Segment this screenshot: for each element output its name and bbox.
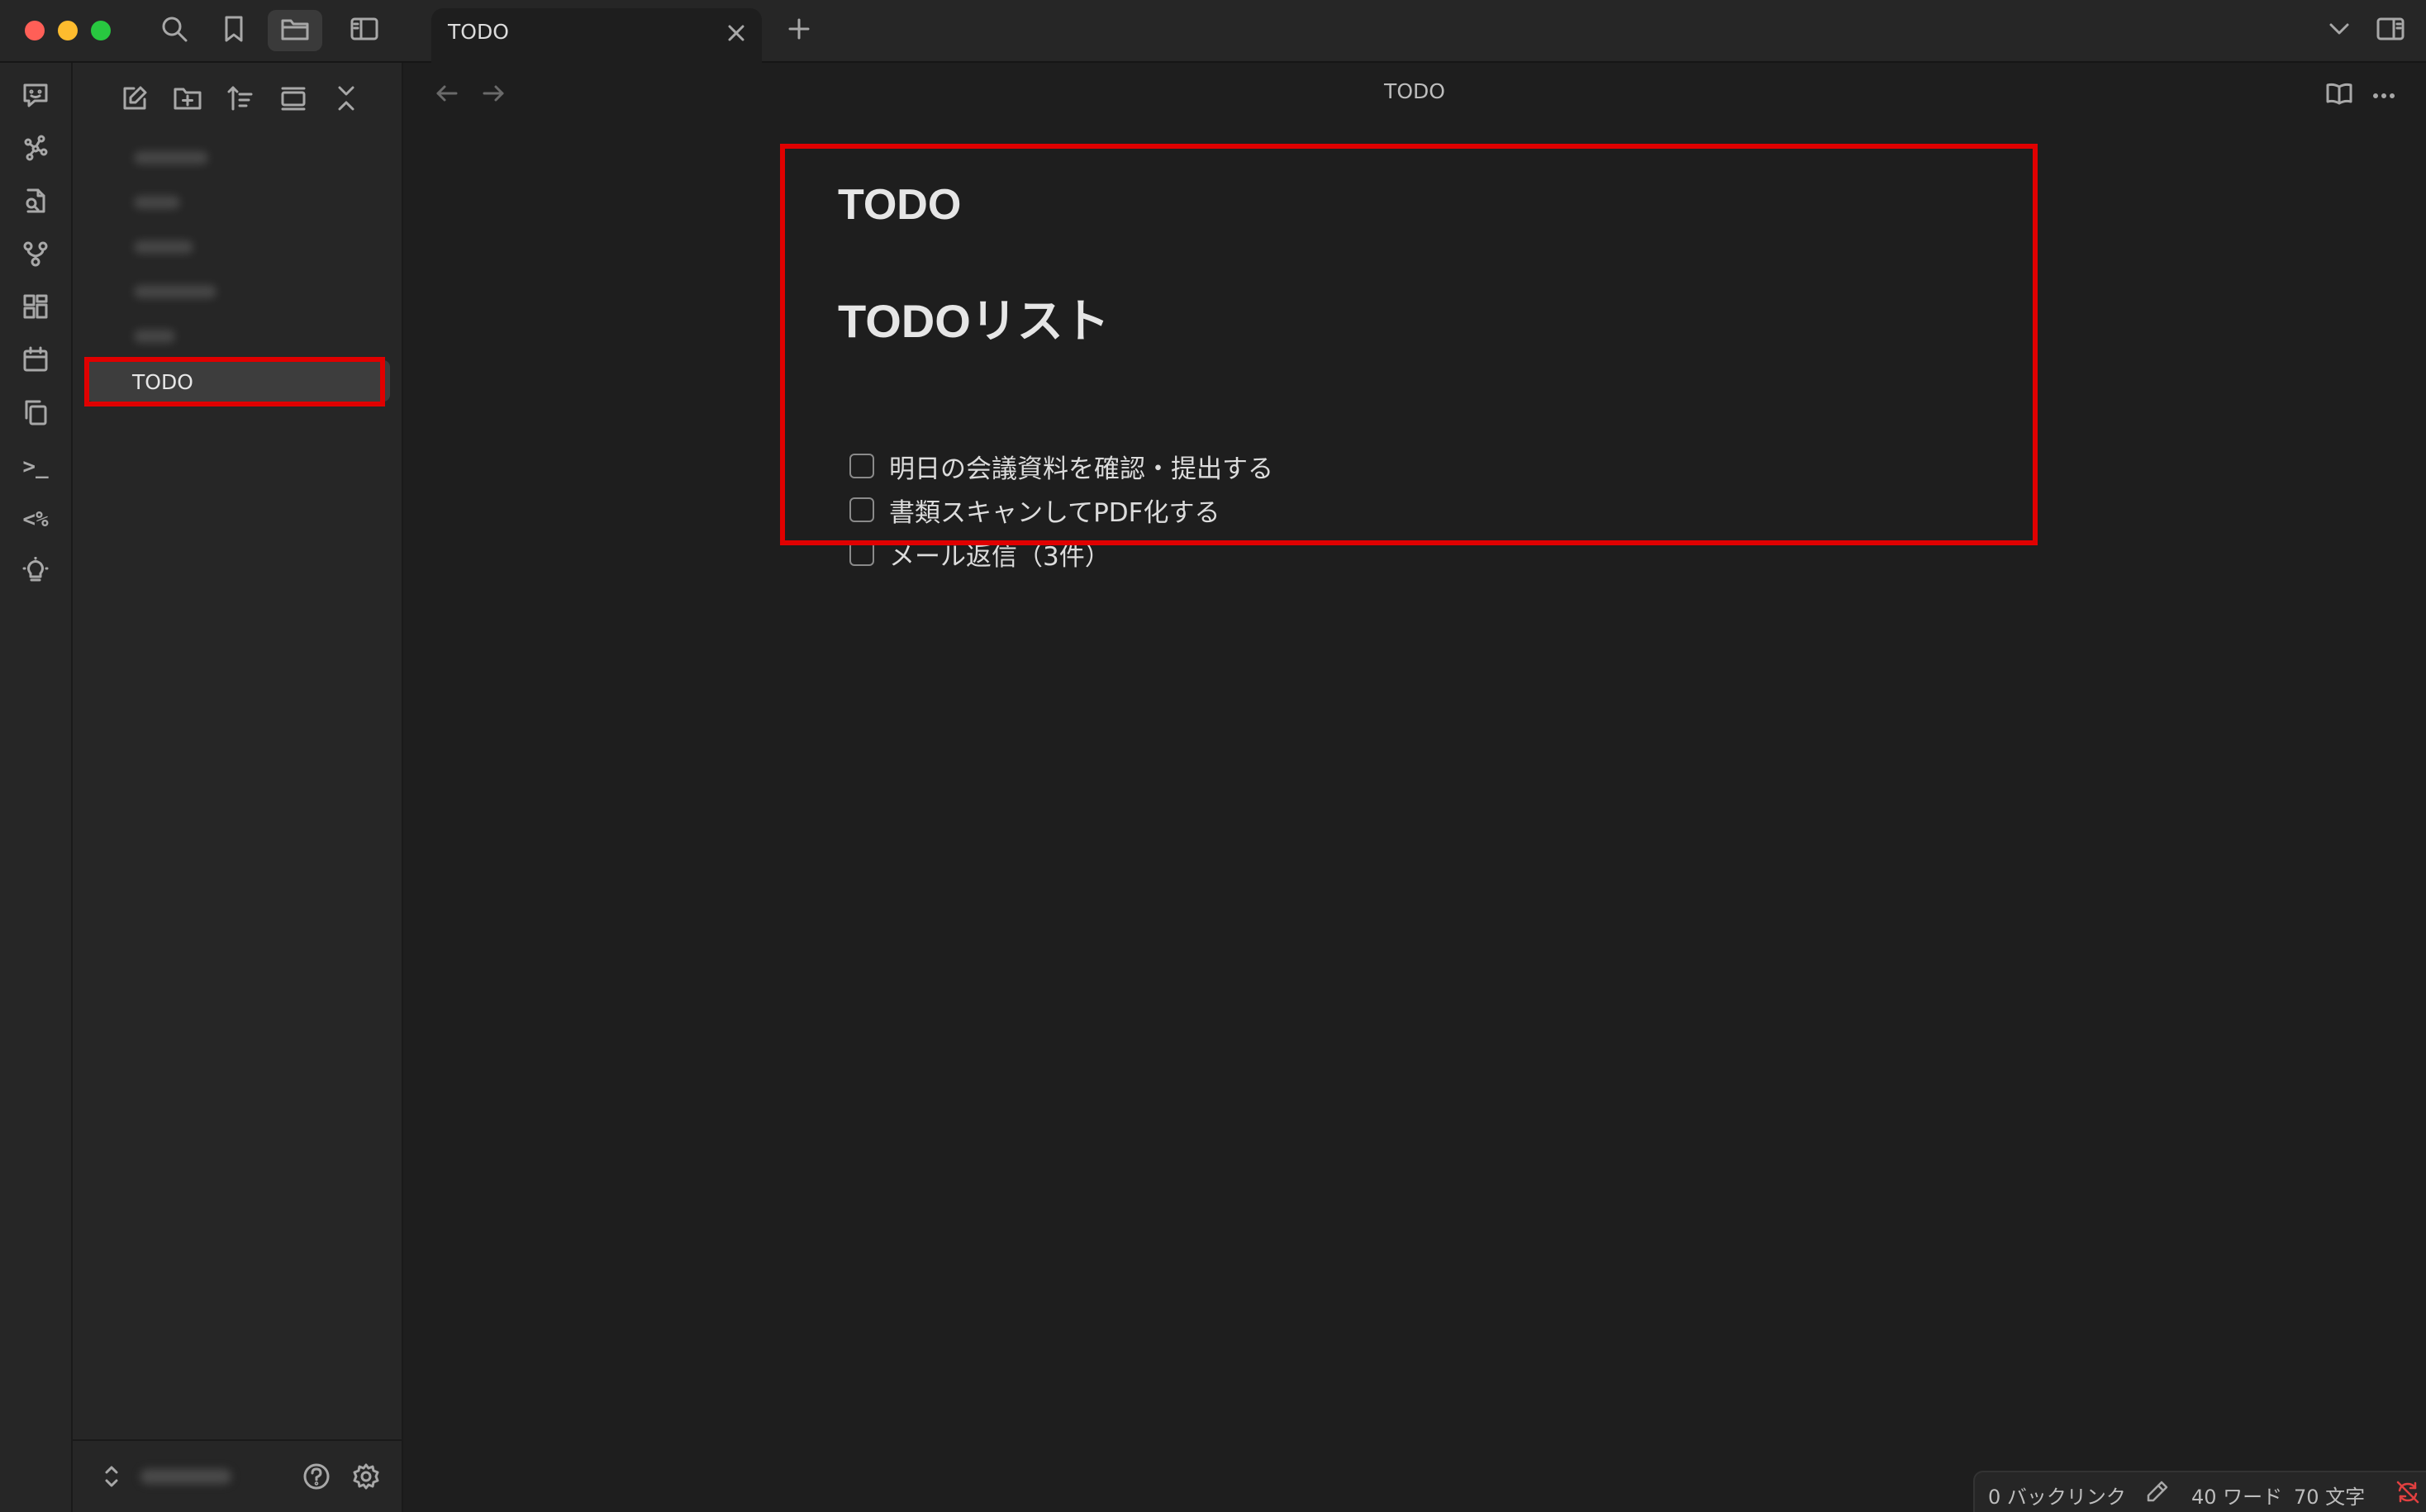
help-button[interactable] [296, 1457, 337, 1499]
bookmarks-button[interactable] [207, 10, 261, 51]
toggle-right-sidebar-button[interactable] [2370, 12, 2411, 50]
ribbon-graph-button[interactable] [15, 129, 56, 170]
app-window: TODO >_ <% TODO TODO TODO TODOリスト 明日の会議資… [0, 0, 2426, 1512]
search-button[interactable] [147, 10, 202, 51]
toggle-sidebar-button[interactable] [337, 10, 392, 51]
new-folder-button[interactable] [167, 79, 208, 121]
book-open-icon [2325, 81, 2353, 109]
collapse-all-icon [334, 84, 359, 116]
tree-item-blurred[interactable] [86, 226, 390, 268]
ribbon-templater-button[interactable]: <% [15, 499, 56, 540]
sidebar-footer [73, 1439, 403, 1512]
tree-item-blurred[interactable] [86, 182, 390, 223]
close-window-button[interactable] [25, 21, 45, 40]
ribbon: >_ <% [0, 63, 73, 1512]
tab-label: TODO [448, 20, 509, 44]
new-note-icon [121, 84, 149, 116]
ribbon-dashboard-button[interactable] [15, 288, 56, 329]
collapse-view-icon [279, 84, 307, 116]
files-button[interactable] [268, 10, 322, 51]
new-tab-button[interactable] [780, 12, 818, 50]
view-header-title[interactable]: TODO [403, 79, 2426, 103]
highlight-box-editor [780, 144, 2038, 545]
ribbon-terminal-button[interactable]: >_ [15, 446, 56, 487]
settings-button[interactable] [345, 1457, 387, 1499]
edit-mode-button[interactable] [2145, 1479, 2170, 1509]
more-options-button[interactable] [2365, 76, 2403, 114]
sync-off-icon [2395, 1481, 2421, 1510]
close-tab-button[interactable] [724, 22, 749, 47]
new-note-button[interactable] [114, 79, 155, 121]
ribbon-file-search-button[interactable] [15, 182, 56, 223]
copy-icon [21, 398, 50, 430]
graph-icon [21, 134, 50, 165]
right-sidebar-icon [2376, 16, 2405, 45]
plus-icon [787, 17, 811, 44]
sort-button[interactable] [220, 79, 261, 121]
search-icon [160, 15, 188, 46]
tab-list-button[interactable] [2319, 12, 2360, 50]
chat-icon [21, 81, 50, 112]
sync-status-button[interactable] [2395, 1479, 2421, 1510]
bookmark-icon [221, 15, 246, 46]
file-search-icon [21, 187, 50, 218]
dashboard-icon [21, 292, 50, 324]
sidebar-toggle-icon [350, 16, 379, 45]
git-branch-icon [21, 240, 50, 271]
chevron-down-icon [2328, 21, 2351, 40]
sort-icon [226, 84, 254, 116]
maximize-window-button[interactable] [91, 21, 111, 40]
word-count: 40 ワード [2191, 1486, 2283, 1509]
templater-icon: <% [22, 507, 49, 532]
ribbon-copy-button[interactable] [15, 393, 56, 435]
tree-item-blurred[interactable] [86, 137, 390, 178]
backlinks-count[interactable]: 0 バックリンク [1988, 1481, 2126, 1510]
reading-view-button[interactable] [2320, 76, 2358, 114]
file-explorer: TODO [73, 63, 403, 1512]
collapse-all-button[interactable] [326, 79, 367, 121]
tree-item-blurred[interactable] [86, 271, 390, 312]
ribbon-calendar-button[interactable] [15, 340, 56, 382]
pencil-icon [2145, 1481, 2170, 1509]
tab-todo[interactable]: TODO [431, 8, 762, 63]
auto-reveal-button[interactable] [273, 79, 314, 121]
ribbon-chat-button[interactable] [15, 76, 56, 117]
status-bar: 0 バックリンク 40 ワード 70 文字 [1973, 1471, 2426, 1512]
help-icon [302, 1462, 331, 1494]
more-horizontal-icon [2371, 88, 2396, 103]
ribbon-lightbulb-button[interactable] [15, 552, 56, 593]
vault-name [140, 1469, 231, 1484]
folder-icon [280, 16, 310, 45]
minimize-window-button[interactable] [58, 21, 78, 40]
char-count: 70 文字 [2294, 1486, 2366, 1509]
terminal-icon: >_ [22, 454, 49, 479]
title-bar: TODO [0, 0, 2426, 63]
tree-item-blurred[interactable] [86, 316, 390, 357]
editor-pane: TODO TODO TODOリスト 明日の会議資料を確認・提出する 書類スキャン… [403, 63, 2426, 1512]
highlight-box-sidebar [84, 357, 385, 407]
chevron-up-down-icon [103, 1463, 120, 1493]
gear-icon [352, 1462, 380, 1494]
new-folder-icon [173, 85, 202, 115]
close-icon [726, 23, 746, 46]
calendar-icon [21, 345, 50, 377]
ribbon-git-button[interactable] [15, 235, 56, 276]
lightbulb-icon [21, 556, 50, 588]
vault-switcher-button[interactable] [91, 1457, 132, 1499]
